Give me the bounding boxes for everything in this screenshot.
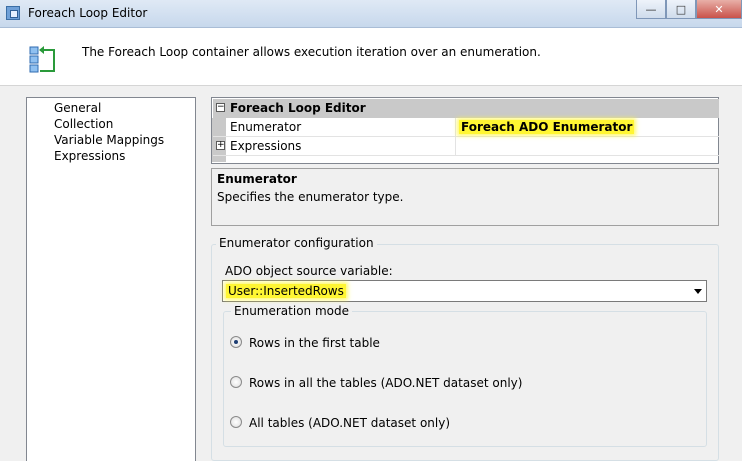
enumeration-mode-legend: Enumeration mode — [231, 304, 352, 318]
nav-item-variable-mappings[interactable]: Variable Mappings — [53, 133, 165, 147]
expand-icon[interactable]: + — [216, 141, 225, 150]
maximize-button[interactable]: □ — [666, 0, 696, 19]
close-button[interactable]: ✕ — [696, 0, 742, 19]
minimize-button[interactable]: — — [636, 0, 666, 19]
close-icon: ✕ — [714, 2, 724, 16]
rows-all-tables-label[interactable]: Rows in all the tables (ADO.NET dataset … — [249, 376, 522, 390]
enumerator-property-value[interactable]: Foreach ADO Enumerator — [455, 118, 719, 137]
grid-category-label: Foreach Loop Editor — [230, 101, 366, 115]
all-tables-label[interactable]: All tables (ADO.NET dataset only) — [249, 416, 450, 430]
description-title: Enumerator — [217, 172, 297, 186]
chevron-down-icon[interactable] — [694, 289, 702, 294]
property-grid: − Foreach Loop Editor Enumerator Foreach… — [211, 97, 719, 164]
window-title: Foreach Loop Editor — [28, 6, 148, 20]
nav-item-collection[interactable]: Collection — [53, 117, 114, 131]
expressions-property-value[interactable] — [455, 137, 719, 156]
enumerator-configuration-legend: Enumerator configuration — [216, 236, 377, 250]
radio-all-tables[interactable] — [230, 416, 242, 428]
property-description: Enumerator Specifies the enumerator type… — [211, 168, 719, 226]
page-navigation: General Collection Variable Mappings Exp… — [26, 97, 196, 461]
enumerator-property-label: Enumerator — [230, 120, 302, 134]
radio-rows-first-table[interactable] — [230, 336, 242, 348]
ado-source-variable-select[interactable]: User::InsertedRows — [222, 280, 707, 302]
collapse-icon[interactable]: − — [216, 103, 225, 112]
ado-source-variable-value: User::InsertedRows — [226, 284, 346, 298]
maximize-icon: □ — [675, 2, 687, 16]
grid-category-header[interactable]: − Foreach Loop Editor — [213, 99, 719, 118]
description-text: Specifies the enumerator type. — [217, 190, 404, 204]
grid-row-enumerator[interactable]: Enumerator Foreach ADO Enumerator — [213, 118, 719, 137]
window-controls: — □ ✕ — [636, 0, 742, 20]
enumerator-value-text: Foreach ADO Enumerator — [459, 120, 635, 134]
ado-source-label: ADO object source variable: — [225, 264, 393, 278]
nav-item-expressions[interactable]: Expressions — [53, 149, 126, 163]
app-icon — [6, 6, 20, 20]
nav-item-general[interactable]: General — [53, 101, 102, 115]
minimize-icon: — — [645, 2, 657, 16]
rows-first-table-label[interactable]: Rows in the first table — [249, 336, 380, 350]
grid-row-expressions[interactable]: + Expressions — [213, 137, 719, 156]
expressions-property-label: Expressions — [230, 139, 302, 153]
foreach-loop-container-icon — [29, 46, 55, 73]
header-description: The Foreach Loop container allows execut… — [82, 45, 541, 59]
radio-rows-all-tables[interactable] — [230, 376, 242, 388]
